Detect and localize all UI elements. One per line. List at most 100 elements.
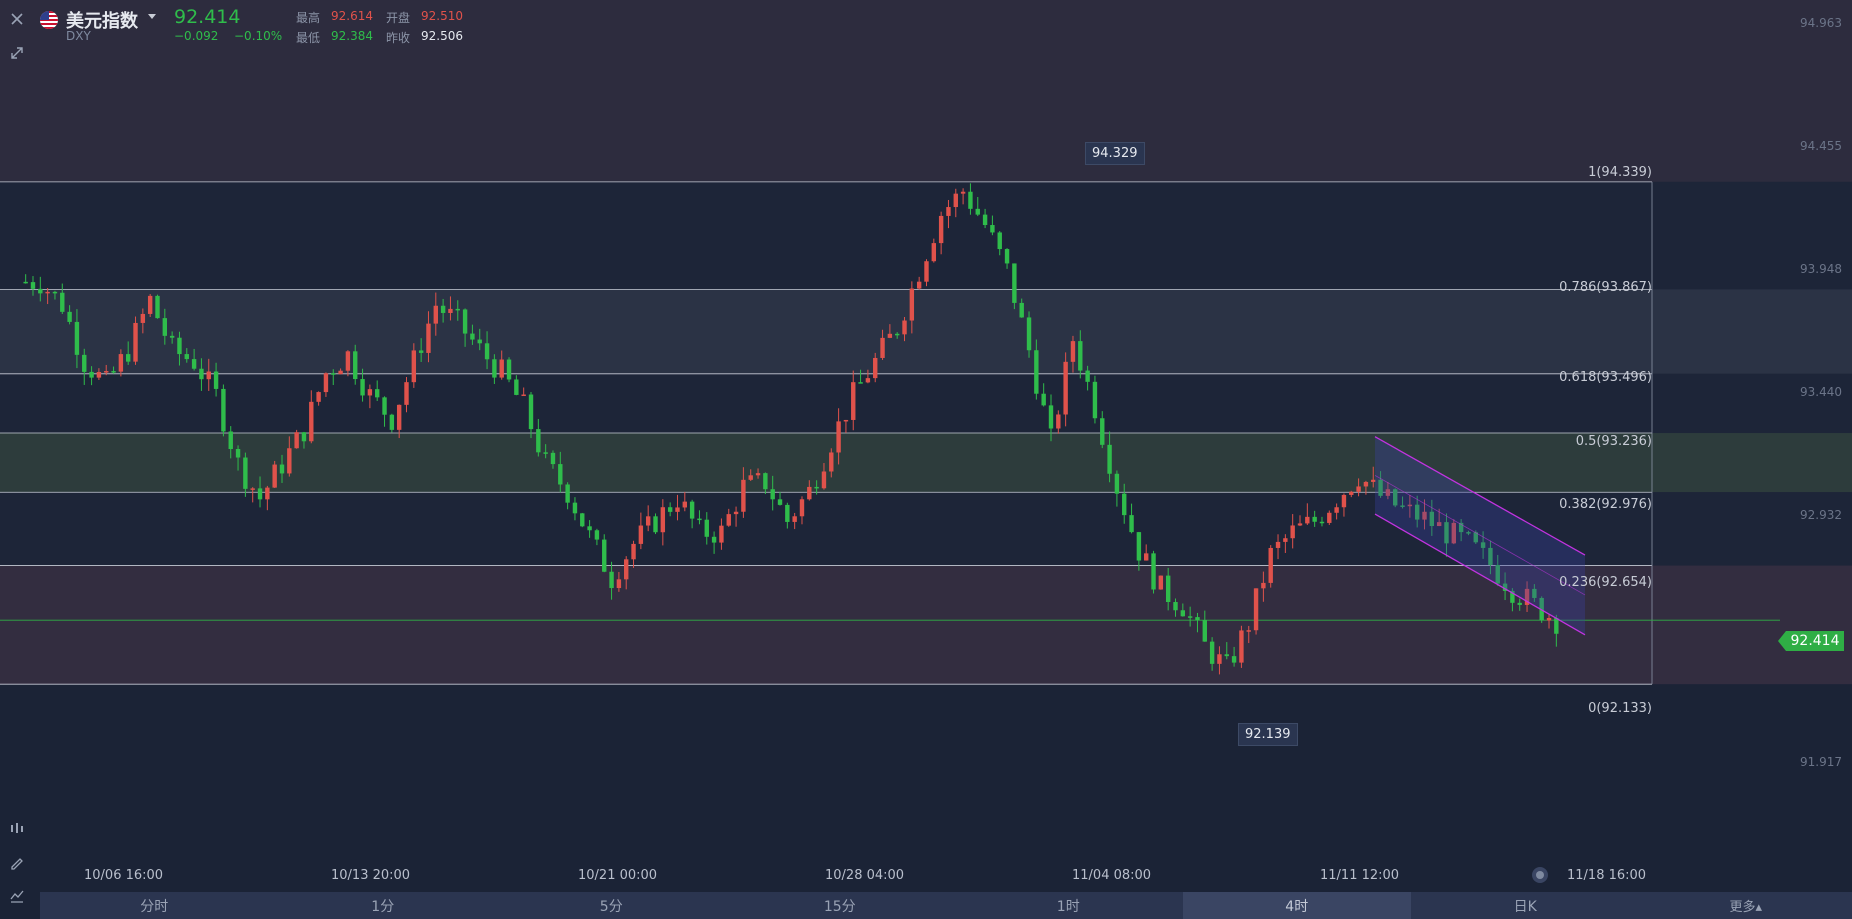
candle-body — [873, 357, 878, 379]
candle-body — [580, 513, 585, 527]
candle-body — [470, 333, 475, 340]
candle-body — [118, 354, 124, 372]
candle-body — [536, 429, 541, 453]
candle-body — [982, 214, 988, 226]
indicators-button[interactable] — [6, 817, 28, 839]
price-axis-label: 91.917 — [1800, 755, 1842, 769]
chart-type-button[interactable] — [6, 885, 28, 907]
expand-button[interactable] — [6, 42, 28, 64]
tab-daily[interactable]: 日K — [1411, 892, 1640, 919]
candle-body — [353, 351, 358, 380]
candle-body — [1239, 630, 1244, 663]
tab-4hour[interactable]: 4时 — [1182, 892, 1411, 919]
tab-15min[interactable]: 15分 — [726, 892, 955, 919]
more-timeframes-button[interactable]: 更多▴ — [1729, 892, 1762, 919]
candle-body — [104, 371, 109, 373]
candle-body — [755, 473, 761, 476]
candle-body — [631, 543, 636, 560]
candle-body — [1041, 393, 1046, 406]
candle-body — [1253, 588, 1259, 631]
candle-body — [1012, 263, 1017, 303]
price-axis-label: 94.963 — [1800, 16, 1842, 30]
price-chart[interactable] — [0, 0, 1852, 919]
candle-body — [448, 308, 453, 313]
candle-body — [1231, 656, 1237, 663]
candle-body — [521, 394, 526, 397]
candle-body — [125, 354, 131, 362]
candle-body — [682, 501, 688, 508]
candle-body — [177, 337, 182, 355]
candle-body — [1019, 302, 1024, 318]
candle-body — [1026, 317, 1032, 351]
draw-button[interactable] — [6, 851, 28, 873]
candle-body — [221, 388, 226, 432]
candle-body — [477, 339, 482, 344]
candle-body — [1275, 541, 1281, 548]
candle-body — [1165, 575, 1171, 603]
candle-body — [316, 392, 321, 402]
candle-body — [880, 337, 885, 358]
candle-body — [191, 359, 197, 369]
candle-body — [792, 516, 797, 522]
candle-body — [975, 208, 980, 215]
candle-body — [382, 397, 387, 415]
reset-view-icon[interactable] — [1532, 867, 1548, 883]
candle-body — [777, 499, 783, 505]
candle-body — [1246, 630, 1251, 632]
tab-1min[interactable]: 1分 — [269, 892, 498, 919]
candle-body — [440, 305, 446, 313]
candle-body — [418, 350, 424, 353]
candle-body — [645, 516, 651, 526]
candle-body — [67, 311, 72, 322]
candle-body — [894, 333, 900, 336]
time-axis-label: 10/06 16:00 — [84, 868, 164, 883]
candle-body — [616, 579, 622, 589]
candle-body — [938, 215, 944, 244]
candle-body — [1312, 516, 1317, 522]
candle-body — [235, 449, 241, 458]
candle-body — [1195, 617, 1200, 621]
timeframe-bar: 分时 1分 5分 15分 1时 4时 日K 更多▴ — [40, 892, 1852, 919]
tab-5min[interactable]: 5分 — [497, 892, 726, 919]
candle-body — [360, 379, 365, 396]
candle-body — [704, 519, 709, 537]
symbol-dropdown-chevron-icon[interactable] — [148, 14, 156, 19]
candle-body — [294, 432, 299, 449]
candle-body — [287, 448, 292, 474]
time-axis-label: 11/11 12:00 — [1320, 868, 1400, 883]
candle-body — [1048, 405, 1054, 429]
candle-body — [1173, 602, 1178, 611]
candle-body — [1100, 418, 1105, 445]
open-label: 开盘 — [386, 11, 411, 25]
prev-close-label: 昨收 — [386, 31, 411, 45]
high-value: 92.614 — [331, 9, 373, 23]
open-value: 92.510 — [421, 9, 463, 23]
fib-level-label: 1(94.339) — [1588, 165, 1652, 180]
candle-body — [484, 343, 490, 360]
candle-body — [1546, 617, 1552, 621]
candle-body — [829, 452, 834, 472]
candle-body — [331, 373, 336, 375]
candle-body — [960, 191, 966, 194]
candle-body — [550, 452, 556, 465]
tab-intraday[interactable]: 分时 — [40, 892, 269, 919]
candle-body — [1151, 553, 1156, 590]
tab-1hour[interactable]: 1时 — [954, 892, 1183, 919]
candle-body — [763, 473, 768, 490]
candle-body — [1078, 341, 1083, 371]
indicators-icon — [11, 823, 23, 833]
candle-body — [309, 401, 314, 442]
candle-body — [433, 305, 438, 324]
candle-body — [609, 571, 614, 589]
candle-body — [514, 379, 519, 395]
candle-body — [1092, 381, 1098, 419]
time-axis-label: 11/04 08:00 — [1072, 868, 1152, 883]
close-button[interactable] — [6, 8, 28, 30]
candle-body — [667, 507, 673, 512]
candle-body — [851, 382, 856, 420]
candle-body — [1034, 350, 1039, 394]
candle-body — [565, 484, 570, 503]
candle-body — [726, 514, 731, 526]
time-axis-label: 10/28 04:00 — [825, 868, 905, 883]
candle-body — [1290, 525, 1295, 539]
